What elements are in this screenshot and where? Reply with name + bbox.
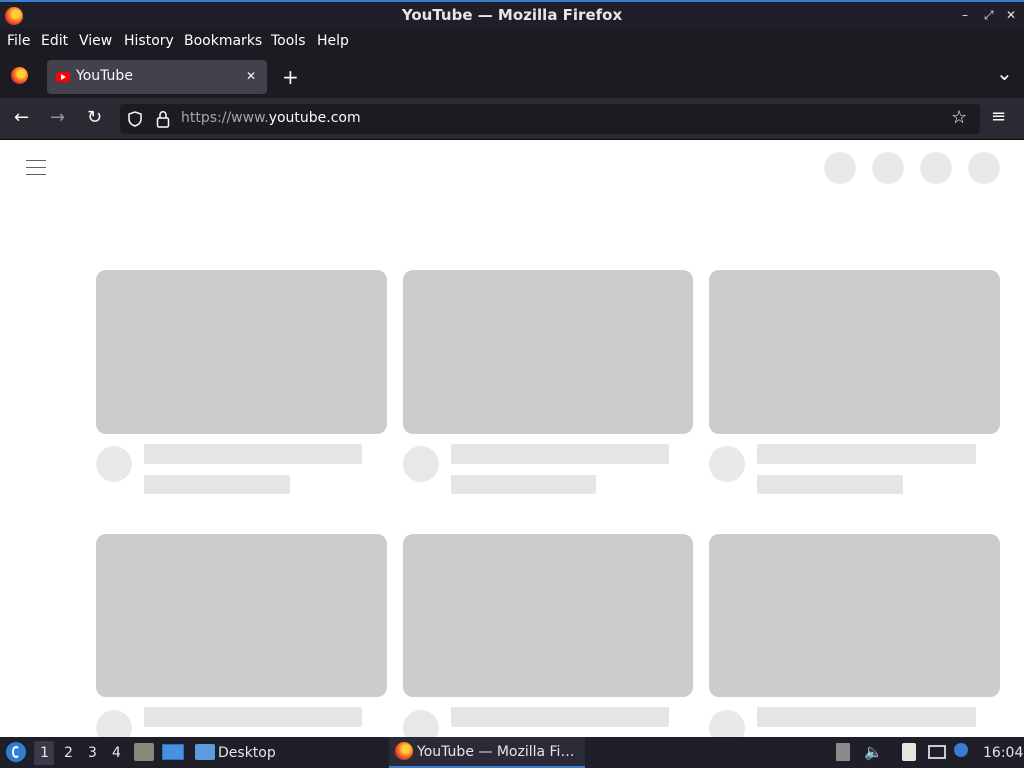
workspace-4[interactable]: 4 <box>112 745 121 761</box>
video-thumbnail-placeholder <box>96 270 387 434</box>
list-all-tabs-button[interactable]: ⌄ <box>996 61 1013 85</box>
bookmark-star-icon[interactable]: ☆ <box>951 107 967 128</box>
menu-edit[interactable]: Edit <box>41 33 68 49</box>
video-thumbnail-placeholder <box>96 534 387 697</box>
tab-close-button[interactable]: ✕ <box>246 69 256 83</box>
hamburger-icon[interactable] <box>26 158 46 176</box>
url-text: https://www.youtube.com <box>181 110 361 126</box>
volume-icon[interactable]: 🔈 <box>864 743 883 761</box>
meta-placeholder <box>451 475 596 494</box>
menu-help[interactable]: Help <box>317 33 349 49</box>
youtube-favicon-icon <box>56 72 70 82</box>
desktop-folder-icon <box>195 744 215 760</box>
url-bar[interactable]: https://www.youtube.com ☆ <box>120 104 980 134</box>
network-icon[interactable] <box>928 745 946 759</box>
taskbar: 1 2 3 4 Desktop YouTube — Mozilla Fi… 🔈 … <box>0 737 1024 768</box>
reload-button[interactable]: ↻ <box>87 107 102 128</box>
maximize-button[interactable]: ⤢ <box>984 8 994 23</box>
menu-bar: File Edit View History Bookmarks Tools H… <box>0 28 1024 55</box>
meta-placeholder <box>757 475 903 494</box>
tab-label: YouTube <box>76 68 133 84</box>
back-button[interactable]: ← <box>14 107 29 128</box>
shield-icon[interactable] <box>128 111 142 127</box>
title-placeholder <box>757 707 976 727</box>
title-placeholder <box>757 444 976 464</box>
forward-button[interactable]: → <box>50 107 65 128</box>
title-placeholder <box>451 707 669 727</box>
menu-tools[interactable]: Tools <box>271 33 306 49</box>
clipboard-icon[interactable] <box>902 743 916 761</box>
desktop-label[interactable]: Desktop <box>218 745 276 761</box>
updates-icon[interactable] <box>836 743 850 761</box>
file-manager-icon[interactable] <box>134 743 154 761</box>
window-title: YouTube — Mozilla Firefox <box>401 6 623 24</box>
app-menu-button[interactable]: ≡ <box>991 106 1006 127</box>
channel-avatar-placeholder <box>403 446 439 482</box>
new-tab-button[interactable]: + <box>282 65 299 89</box>
firefox-taskbar-icon <box>395 742 413 760</box>
channel-avatar-placeholder <box>709 446 745 482</box>
taskbar-window-label: YouTube — Mozilla Fi… <box>417 744 575 760</box>
video-thumbnail-placeholder <box>709 534 1000 697</box>
channel-avatar-placeholder <box>96 446 132 482</box>
tab-youtube[interactable]: YouTube ✕ <box>47 60 267 94</box>
workspace-1[interactable]: 1 <box>40 745 49 761</box>
start-menu-icon[interactable] <box>6 742 26 762</box>
minimize-button[interactable]: – <box>962 8 968 22</box>
title-placeholder <box>144 444 362 464</box>
clock: 16:04 <box>983 745 1024 761</box>
menu-view[interactable]: View <box>79 33 112 49</box>
video-thumbnail-placeholder <box>403 270 693 434</box>
show-desktop-icon[interactable] <box>162 744 184 760</box>
workspace-2[interactable]: 2 <box>64 745 73 761</box>
window-titlebar: YouTube — Mozilla Firefox – ⤢ ✕ <box>0 0 1024 28</box>
close-window-button[interactable]: ✕ <box>1006 8 1016 22</box>
menu-bookmarks[interactable]: Bookmarks <box>184 33 262 49</box>
header-placeholder-circle <box>824 152 856 184</box>
workspace-3[interactable]: 3 <box>88 745 97 761</box>
video-thumbnail-placeholder <box>403 534 693 697</box>
notification-icon[interactable] <box>954 743 968 757</box>
lock-icon[interactable] <box>156 110 170 128</box>
menu-history[interactable]: History <box>124 33 174 49</box>
header-placeholder-circle <box>920 152 952 184</box>
video-thumbnail-placeholder <box>709 270 1000 434</box>
menu-file[interactable]: File <box>7 33 30 49</box>
title-placeholder <box>451 444 669 464</box>
meta-placeholder <box>144 475 290 494</box>
header-placeholder-circle <box>968 152 1000 184</box>
header-placeholder-circle <box>872 152 904 184</box>
firefox-view-icon[interactable] <box>11 67 28 84</box>
title-placeholder <box>144 707 362 727</box>
taskbar-firefox-window[interactable]: YouTube — Mozilla Fi… <box>389 737 585 768</box>
